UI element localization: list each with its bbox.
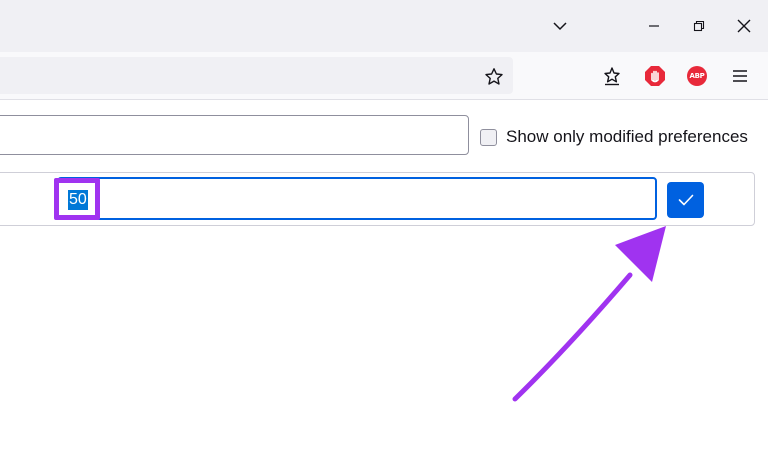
bookmark-page-button[interactable]: [482, 65, 506, 89]
tab-list-button[interactable]: [542, 8, 578, 44]
browser-window: ABP Show only modified preferences 50: [0, 0, 768, 476]
annotation-arrow-head: [615, 226, 666, 282]
annotation-highlight-box: [54, 178, 100, 220]
bookmark-star-icon: [485, 68, 503, 85]
title-bar: [0, 0, 768, 52]
stop-extension-button[interactable]: [642, 63, 668, 89]
chevron-down-icon: [553, 22, 567, 31]
restore-icon: [693, 20, 705, 32]
preference-search-input[interactable]: [0, 115, 469, 155]
preference-value-input[interactable]: [57, 177, 657, 220]
url-bar[interactable]: [0, 57, 513, 94]
checkmark-icon: [678, 194, 693, 206]
save-button[interactable]: [667, 182, 704, 218]
hamburger-menu-icon: [733, 70, 747, 82]
minimize-button[interactable]: [636, 8, 672, 44]
show-modified-checkbox[interactable]: [480, 128, 497, 146]
bookmarks-menu-button[interactable]: [599, 63, 625, 89]
show-modified-label: Show only modified preferences: [506, 127, 748, 146]
annotation-arrow-shaft: [512, 272, 633, 402]
extensions-star-icon: [604, 67, 620, 86]
show-modified-filter[interactable]: Show only modified preferences: [480, 127, 748, 147]
close-icon: [737, 19, 751, 33]
stop-hand-icon: [645, 66, 665, 86]
close-button[interactable]: [726, 8, 762, 44]
navigation-toolbar: ABP: [0, 52, 768, 100]
minimize-icon: [649, 25, 659, 27]
restore-button[interactable]: [681, 8, 717, 44]
adblock-plus-button[interactable]: ABP: [684, 63, 710, 89]
adblock-plus-icon: ABP: [687, 66, 707, 86]
app-menu-button[interactable]: [727, 63, 753, 89]
